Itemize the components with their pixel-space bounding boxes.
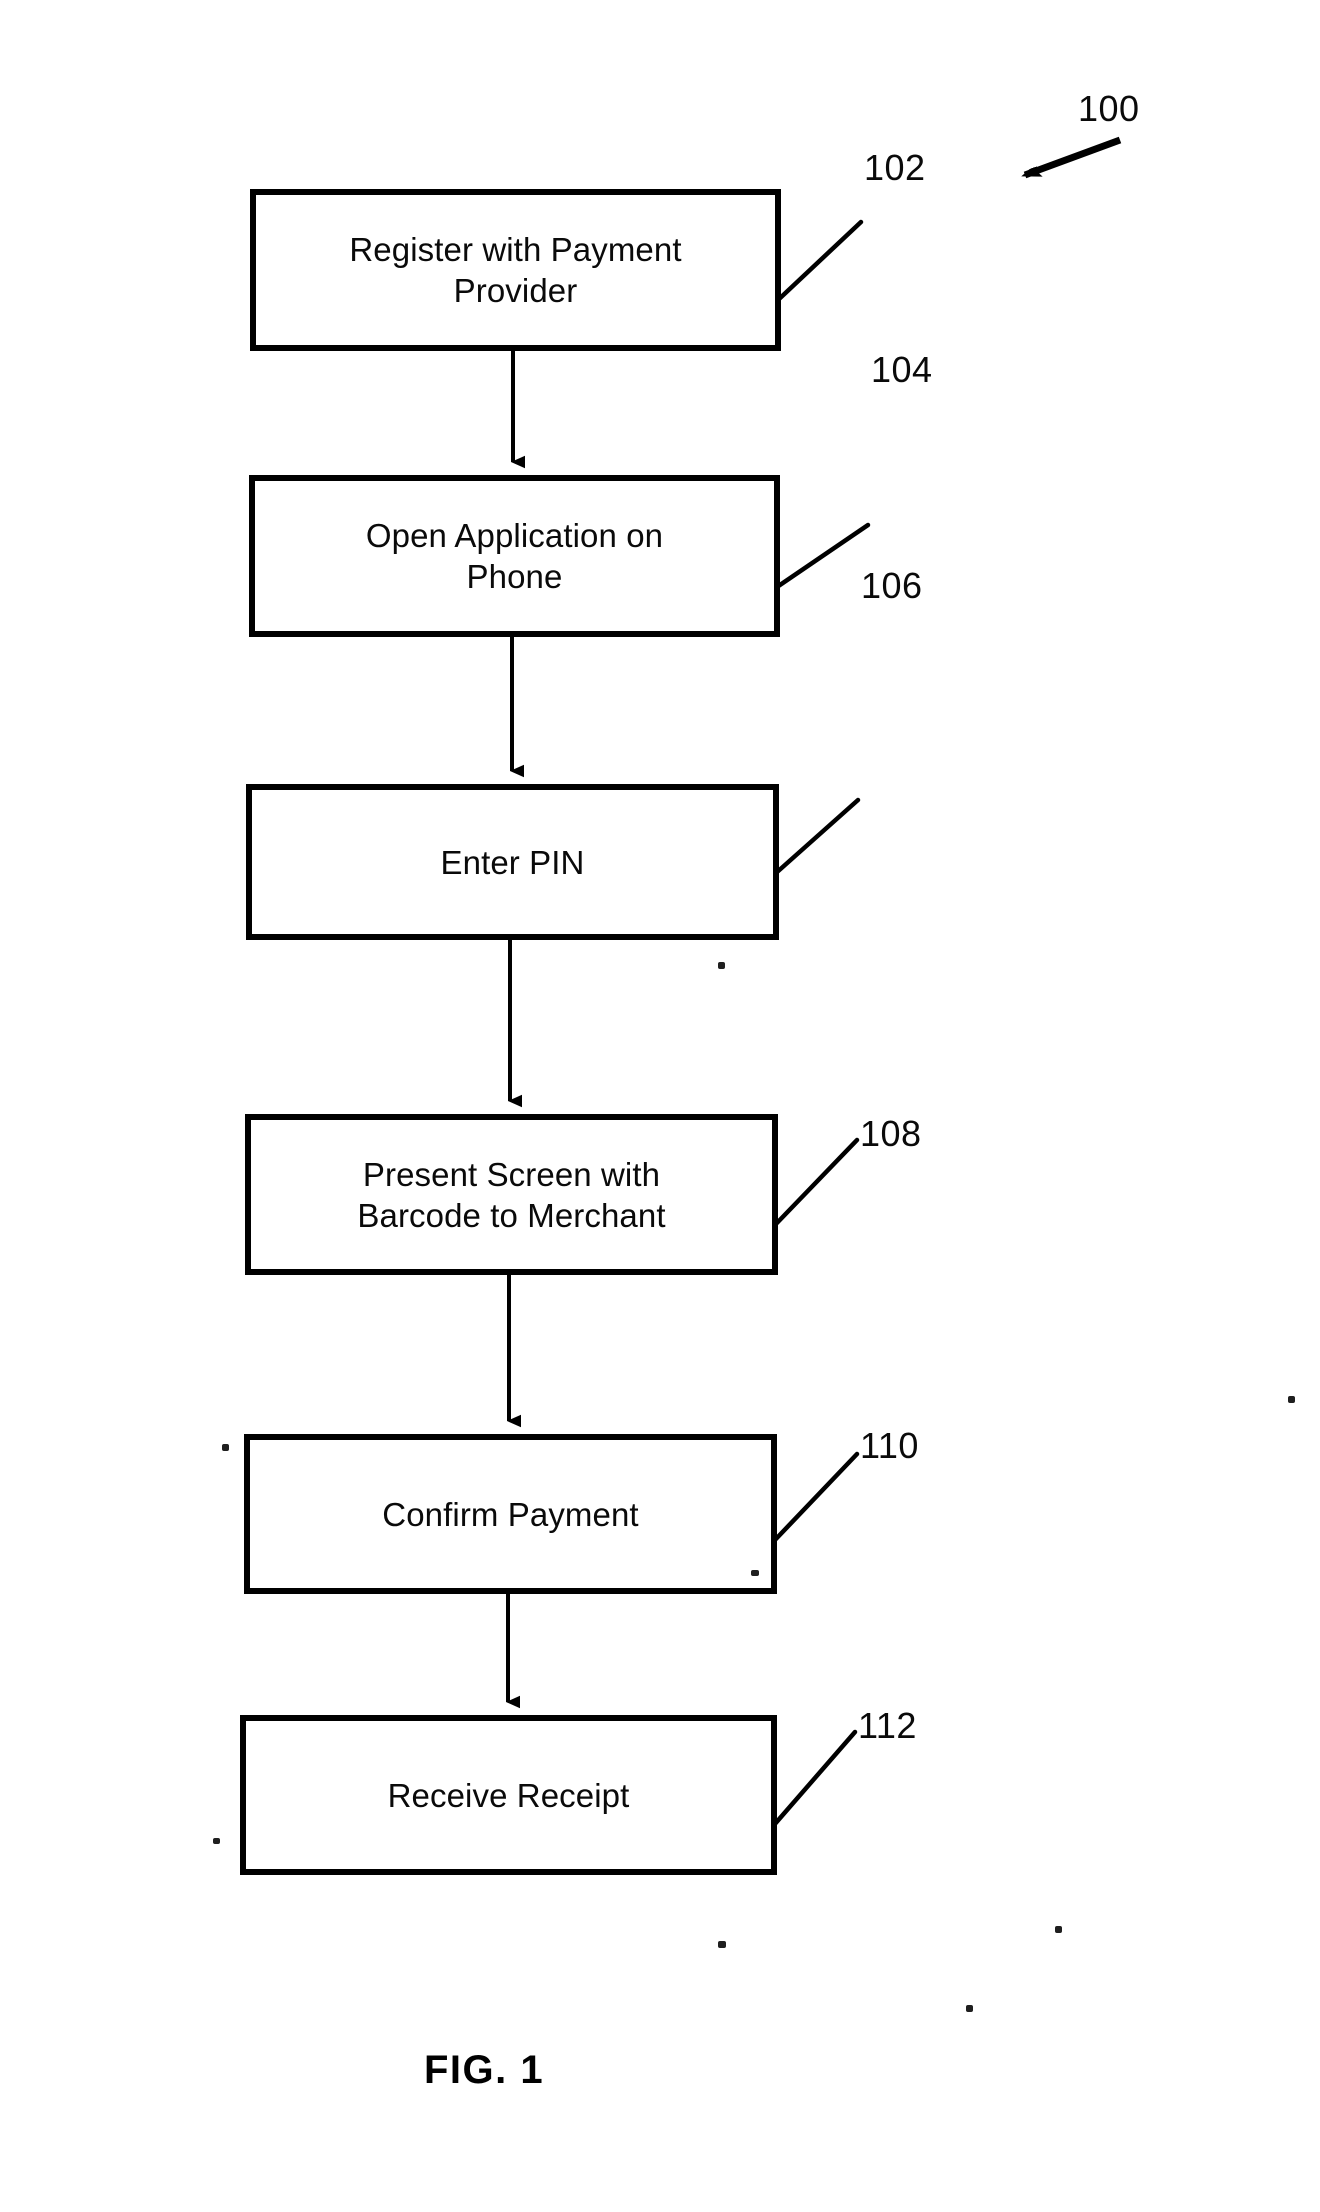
reference-numeral-110: 110: [860, 1425, 919, 1466]
leader-line-102: [775, 219, 864, 303]
leader-line-112: [771, 1729, 858, 1828]
process-box-102: [250, 189, 781, 351]
process-box-110: [244, 1434, 777, 1594]
system-pointer-arrow: [1025, 136, 1122, 179]
reference-numeral-102: 102: [864, 147, 926, 188]
reference-numeral-104: 104: [871, 349, 933, 390]
leader-line-110: [771, 1451, 860, 1544]
reference-numeral-112: 112: [858, 1705, 917, 1746]
process-box-106: [246, 784, 779, 940]
process-box-104: [249, 475, 780, 637]
flowchart-canvas: [213, 136, 1295, 2012]
reference-numeral-106: 106: [861, 565, 923, 606]
reference-numeral-108: 108: [860, 1113, 922, 1154]
process-box-112: [240, 1715, 777, 1875]
leader-line-106: [773, 797, 861, 876]
reference-numeral-100: 100: [1078, 88, 1140, 129]
process-box-108: [245, 1114, 778, 1275]
patent-figure: Register with Payment Provider Open Appl…: [0, 0, 1320, 2212]
figure-caption: FIG. 1: [424, 2048, 545, 2092]
leader-line-104: [774, 522, 871, 590]
reference-leader-lines: [771, 219, 871, 1828]
leader-line-108: [772, 1137, 860, 1228]
